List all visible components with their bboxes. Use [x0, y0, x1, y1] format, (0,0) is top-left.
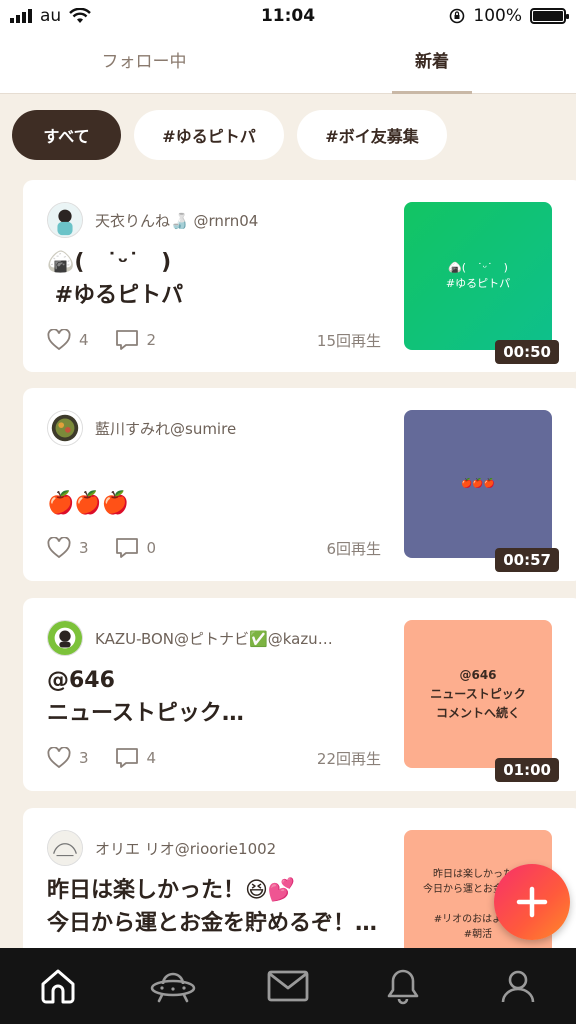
filter-yurupitopa-chip[interactable]: #ゆるピトパ [134, 110, 284, 160]
tab-following[interactable]: フォロー中 [0, 34, 288, 93]
thumbnail-text: @646 ニューストピック コメントへ続く [430, 667, 526, 720]
filter-boitomo-chip[interactable]: #ボイ友募集 [297, 110, 447, 160]
thumbnail-text: 🍙( ˙ᵕ˙ ) #ゆるピトパ [445, 261, 511, 290]
author-name: 天衣りんね🍶 @rnrn04 [95, 211, 259, 230]
thumbnail-text: 🍎🍎🍎 [461, 479, 495, 489]
post-card[interactable]: 天衣りんね🍶 @rnrn04 🍙( ˙ᵕ˙ ) #ゆるピトパ 4 2 15回再生… [23, 180, 576, 372]
bell-icon [387, 969, 419, 1005]
video-thumbnail[interactable]: @646 ニューストピック コメントへ続く 01:00 [404, 620, 559, 782]
plus-icon [516, 886, 548, 918]
comment-button[interactable]: 0 [115, 537, 157, 559]
battery-percent: 100% [473, 6, 522, 26]
avatar[interactable] [47, 410, 83, 446]
create-post-button[interactable] [494, 864, 570, 940]
video-thumbnail[interactable]: 🍎🍎🍎 00:57 [404, 410, 559, 572]
like-button[interactable]: 4 [47, 329, 89, 351]
like-button[interactable]: 3 [47, 747, 89, 769]
post-card[interactable]: 藍川すみれ@sumire 🍎🍎🍎 3 0 6回再生 🍎🍎🍎 00:57 [23, 388, 576, 581]
feed-tabs: フォロー中 新着 [0, 34, 576, 94]
tab-new[interactable]: 新着 [288, 34, 576, 94]
duration-badge: 00:57 [495, 548, 559, 572]
like-count: 3 [79, 539, 89, 557]
post-card[interactable]: KAZU-BON@ピトナビ✅@kazu… @646 ニューストピック… 3 4 … [23, 598, 576, 791]
mail-icon [267, 970, 309, 1002]
post-author[interactable]: 藍川すみれ@sumire [47, 410, 236, 446]
nav-profile[interactable] [461, 948, 576, 1024]
comment-icon [115, 538, 138, 558]
duration-badge: 01:00 [495, 758, 559, 782]
filter-all-chip[interactable]: すべて [12, 110, 121, 160]
author-name: オリエ リオ@rioorie1002 [95, 839, 277, 858]
post-text: 🍙( ˙ᵕ˙ ) #ゆるピトパ [47, 250, 184, 308]
home-icon [41, 969, 75, 1004]
duration-badge: 00:50 [495, 340, 559, 364]
post-author[interactable]: KAZU-BON@ピトナビ✅@kazu… [47, 620, 333, 656]
comment-button[interactable]: 2 [115, 329, 157, 351]
nav-notifications[interactable] [346, 948, 461, 1024]
avatar[interactable] [47, 620, 83, 656]
filter-chips: すべて #ゆるピトパ #ボイ友募集 [0, 93, 576, 177]
comment-count: 4 [146, 749, 157, 767]
heart-icon [47, 747, 71, 769]
comment-count: 0 [146, 539, 157, 557]
post-meta: 4 2 15回再生 [47, 326, 381, 354]
author-name: KAZU-BON@ピトナビ✅@kazu… [95, 629, 333, 648]
like-count: 3 [79, 749, 89, 767]
play-count: 6回再生 [326, 539, 381, 558]
post-text: 🍎🍎🍎 [47, 491, 130, 516]
heart-icon [47, 537, 71, 559]
nav-home[interactable] [0, 948, 115, 1024]
profile-icon [502, 970, 535, 1003]
video-thumbnail[interactable]: 🍙( ˙ᵕ˙ ) #ゆるピトパ 00:50 [404, 202, 559, 364]
avatar[interactable] [47, 202, 83, 238]
comment-icon [115, 748, 138, 768]
comment-count: 2 [146, 331, 157, 349]
bottom-nav [0, 948, 576, 1024]
like-button[interactable]: 3 [47, 537, 89, 559]
battery-icon [530, 8, 569, 24]
status-bar: au 11:04 100% [0, 0, 576, 34]
post-card[interactable]: オリエ リオ@rioorie1002 昨日は楽しかった！😆💕 今日から運とお金を… [23, 808, 576, 958]
heart-icon [47, 329, 71, 351]
avatar[interactable] [47, 830, 83, 866]
comment-button[interactable]: 4 [115, 747, 157, 769]
post-meta: 3 0 6回再生 [47, 534, 381, 562]
comment-icon [115, 330, 138, 350]
post-meta: 3 4 22回再生 [47, 744, 381, 772]
nav-explore[interactable] [115, 948, 230, 1024]
play-count: 22回再生 [316, 749, 381, 768]
post-text: 昨日は楽しかった！😆💕 今日から運とお金を貯めるぞ！… [47, 878, 378, 936]
post-author[interactable]: オリエ リオ@rioorie1002 [47, 830, 276, 866]
author-name: 藍川すみれ@sumire [95, 419, 237, 438]
nav-messages[interactable] [230, 948, 345, 1024]
like-count: 4 [79, 331, 89, 349]
post-text: @646 ニューストピック… [47, 668, 244, 726]
post-author[interactable]: 天衣りんね🍶 @rnrn04 [47, 202, 258, 238]
ufo-icon [150, 972, 196, 1003]
play-count: 15回再生 [316, 331, 381, 350]
rotation-lock-icon [450, 8, 465, 24]
